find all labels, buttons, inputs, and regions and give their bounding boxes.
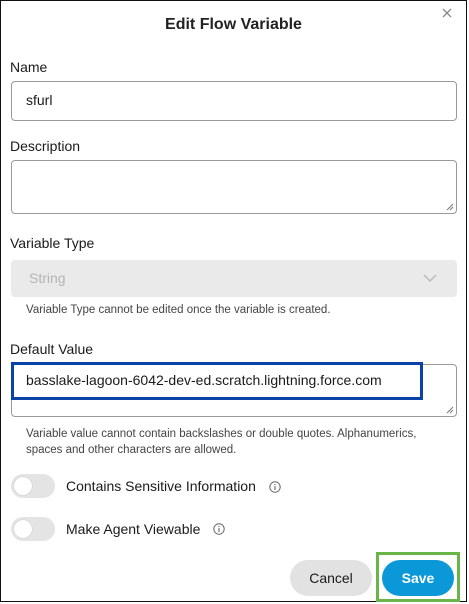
name-field[interactable]: sfurl <box>11 81 457 121</box>
resize-grip-icon[interactable] <box>446 406 454 414</box>
cancel-button[interactable]: Cancel <box>290 560 372 596</box>
name-label: Name <box>10 59 48 75</box>
toggle-knob <box>14 520 32 538</box>
name-field-value: sfurl <box>26 92 53 108</box>
sensitive-info-label: Contains Sensitive Information <box>66 478 256 494</box>
description-field[interactable] <box>11 160 457 214</box>
default-value-label: Default Value <box>10 341 94 357</box>
sensitive-info-toggle[interactable] <box>11 474 55 498</box>
variable-type-select: String <box>11 260 457 297</box>
resize-grip-icon[interactable] <box>446 203 454 211</box>
variable-type-value: String <box>29 270 66 286</box>
agent-viewable-toggle[interactable] <box>11 517 55 541</box>
close-icon[interactable] <box>440 6 454 20</box>
edit-flow-variable-dialog: Edit Flow Variable Name sfurl Descriptio… <box>0 0 467 602</box>
save-button[interactable]: Save <box>382 560 454 596</box>
variable-type-label: Variable Type <box>10 235 95 251</box>
toggle-knob <box>14 477 32 495</box>
dialog-title: Edit Flow Variable <box>165 16 302 33</box>
chevron-down-icon <box>423 274 437 282</box>
info-icon[interactable] <box>269 481 281 493</box>
agent-viewable-label: Make Agent Viewable <box>66 521 201 537</box>
default-value-field[interactable]: basslake-lagoon-6042-dev-ed.scratch.ligh… <box>11 364 457 417</box>
info-icon[interactable] <box>213 523 225 535</box>
default-value-hint: Variable value cannot contain backslashe… <box>26 428 417 456</box>
default-value-field-value: basslake-lagoon-6042-dev-ed.scratch.ligh… <box>26 372 382 388</box>
variable-type-hint: Variable Type cannot be edited once the … <box>26 304 331 316</box>
description-label: Description <box>10 138 81 154</box>
